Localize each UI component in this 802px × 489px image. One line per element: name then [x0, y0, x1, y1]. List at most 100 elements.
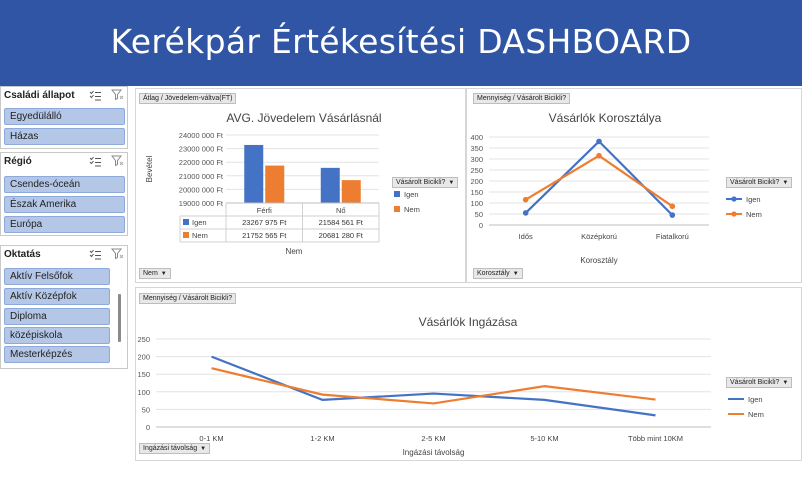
age-chart-panel: Vásárlók Korosztálya 400 350 300 250 200 150 10…	[466, 88, 802, 283]
table-series-label: Igen	[192, 218, 207, 227]
legend-field-button[interactable]: Vásárolt Bicikli? ▼	[726, 177, 793, 188]
x-tick-label: 2-5 KM	[421, 434, 445, 443]
y-tick-label: 150	[470, 188, 483, 197]
slicer-item[interactable]: Európa	[4, 216, 125, 233]
table-category-label: Nő	[336, 206, 346, 215]
slicer-item[interactable]: Egyedülálló	[4, 108, 125, 125]
x-axis-label: Nem	[286, 247, 303, 256]
x-axis-label: Korosztály	[580, 256, 617, 265]
legend-label: Igen	[746, 195, 761, 204]
table-cell: 21584 561 Ft	[319, 218, 364, 227]
y-axis-label: Bevétel	[145, 155, 154, 182]
data-point-nem	[669, 203, 676, 210]
x-tick-label: Fiatalkorú	[656, 232, 689, 241]
series-line-nem	[211, 367, 656, 405]
dropdown-arrow-icon: ▼	[448, 180, 455, 186]
slicer-item[interactable]: Házas	[4, 128, 125, 145]
multi-select-icon[interactable]	[89, 249, 102, 260]
x-tick-label: 5-10 KM	[530, 434, 558, 443]
slicer-title: Oktatás	[4, 249, 41, 260]
axis-field-button[interactable]: Ingázási távolság ▼	[139, 443, 211, 454]
table-category-label: Férfi	[257, 206, 272, 215]
y-tick-label: 100	[470, 199, 483, 208]
slicer-item[interactable]: Diploma	[4, 308, 110, 325]
slicer-scrollbar[interactable]	[117, 268, 123, 368]
data-point-nem	[522, 196, 529, 203]
legend-field-button[interactable]: Vásárolt Bicikli? ▼	[392, 177, 459, 188]
clear-filter-icon[interactable]	[111, 248, 124, 260]
clear-filter-icon[interactable]	[111, 155, 124, 167]
table-cell: 21752 565 Ft	[242, 231, 287, 240]
slicer-title: Családi állapot	[4, 90, 75, 101]
x-tick-label: 0-1 KM	[199, 434, 223, 443]
slicer-oktatas: Oktatás Aktív Felsőfok Aktív Középfok Di…	[0, 245, 128, 369]
x-tick-label: Több mint 10KM	[628, 434, 683, 443]
legend-label: Nem	[748, 410, 764, 419]
y-tick-label: 22000 000 Ft	[179, 158, 224, 167]
dashboard: Kerékpár Értékesítési DASHBOARD Családi …	[0, 0, 802, 489]
series-line-igen	[211, 355, 656, 417]
y-tick-label: 300	[470, 155, 483, 164]
bar-igen-0	[244, 144, 264, 203]
slicer-header: Családi állapot	[1, 87, 129, 105]
dropdown-arrow-icon: ▼	[200, 446, 207, 452]
scrollbar-thumb[interactable]	[118, 294, 121, 342]
x-axis-label: Ingázási távolság	[403, 448, 465, 457]
y-tick-label: 24000 000 Ft	[179, 131, 224, 140]
income-chart-panel: AVG. Jövedelem Vásárlásnál 24000 000 Ft 23…	[135, 88, 466, 283]
multi-select-icon[interactable]	[89, 156, 102, 167]
value-field-label: Mennyiség / Vásárolt Bicikli?	[143, 295, 233, 302]
y-tick-label: 20000 000 Ft	[179, 185, 224, 194]
value-field-button[interactable]: Átlag / Jövedelem-váltva(FT)	[139, 93, 237, 104]
slicer-title: Régió	[4, 156, 32, 167]
axis-field-button[interactable]: Korosztály ▼	[473, 268, 523, 279]
value-field-button[interactable]: Mennyiség / Vásárolt Bicikli?	[139, 293, 237, 304]
dropdown-arrow-icon: ▼	[782, 180, 789, 186]
bar-igen-1	[320, 167, 340, 203]
y-tick-label: 400	[470, 133, 483, 142]
slicer-regio: Régió Csendes-óceán Észak Amerika Európa	[0, 152, 128, 236]
x-tick-label: Idős	[519, 232, 533, 241]
legend-field-button[interactable]: Vásárolt Bicikli? ▼	[726, 377, 793, 388]
y-tick-label: 150	[137, 370, 150, 379]
slicer-item[interactable]: Csendes-óceán	[4, 176, 125, 193]
data-point-nem	[596, 152, 602, 159]
y-tick-label: 250	[470, 166, 483, 175]
slicer-item[interactable]: Aktív Felsőfok	[4, 268, 110, 285]
legend-label: Nem	[746, 210, 762, 219]
table-series-label: Nem	[192, 231, 208, 240]
multi-select-icon[interactable]	[89, 90, 102, 101]
x-tick-label: 1-2 KM	[310, 434, 334, 443]
value-field-label: Átlag / Jövedelem-váltva(FT)	[143, 95, 233, 102]
axis-field-label: Nem	[143, 270, 158, 277]
dropdown-arrow-icon: ▼	[160, 271, 167, 277]
legend-marker	[731, 211, 737, 217]
slicer-item[interactable]: középiskola	[4, 327, 110, 344]
bar-nem-1	[341, 180, 361, 203]
dashboard-title: Kerékpár Értékesítési DASHBOARD	[110, 22, 692, 61]
chart-title: AVG. Jövedelem Vásárlásnál	[226, 111, 381, 125]
slicer-item[interactable]: Aktív Középfok	[4, 288, 110, 305]
data-point-igen	[669, 212, 676, 218]
axis-field-button[interactable]: Nem ▼	[139, 268, 171, 279]
y-tick-label: 0	[146, 423, 150, 432]
clear-filter-icon[interactable]	[111, 89, 124, 101]
slicer-item[interactable]: Észak Amerika	[4, 196, 125, 213]
legend-key-nem	[394, 206, 400, 212]
legend-field-label: Vásárolt Bicikli?	[730, 179, 780, 186]
slicer-item[interactable]: Mesterképzés	[4, 346, 110, 363]
bar-nem-0	[265, 165, 285, 203]
dropdown-arrow-icon: ▼	[782, 380, 789, 386]
y-tick-label: 0	[479, 221, 483, 230]
y-tick-label: 200	[137, 353, 150, 362]
commute-chart: Vásárlók Ingázása 250 200 150 100 50 0 0-1 KM 1-…	[137, 315, 764, 457]
value-field-button[interactable]: Mennyiség / Vásárolt Bicikli?	[473, 93, 571, 104]
axis-field-label: Korosztály	[477, 270, 510, 277]
slicer-header: Régió	[1, 153, 129, 171]
y-tick-label: 23000 000 Ft	[179, 145, 224, 154]
y-tick-label: 19000 000 Ft	[179, 199, 224, 208]
chart-title: Vásárlók Korosztálya	[549, 111, 662, 125]
title-banner: Kerékpár Értékesítési DASHBOARD	[0, 0, 802, 86]
legend-label: Igen	[404, 190, 419, 199]
legend-key-igen	[394, 191, 400, 197]
